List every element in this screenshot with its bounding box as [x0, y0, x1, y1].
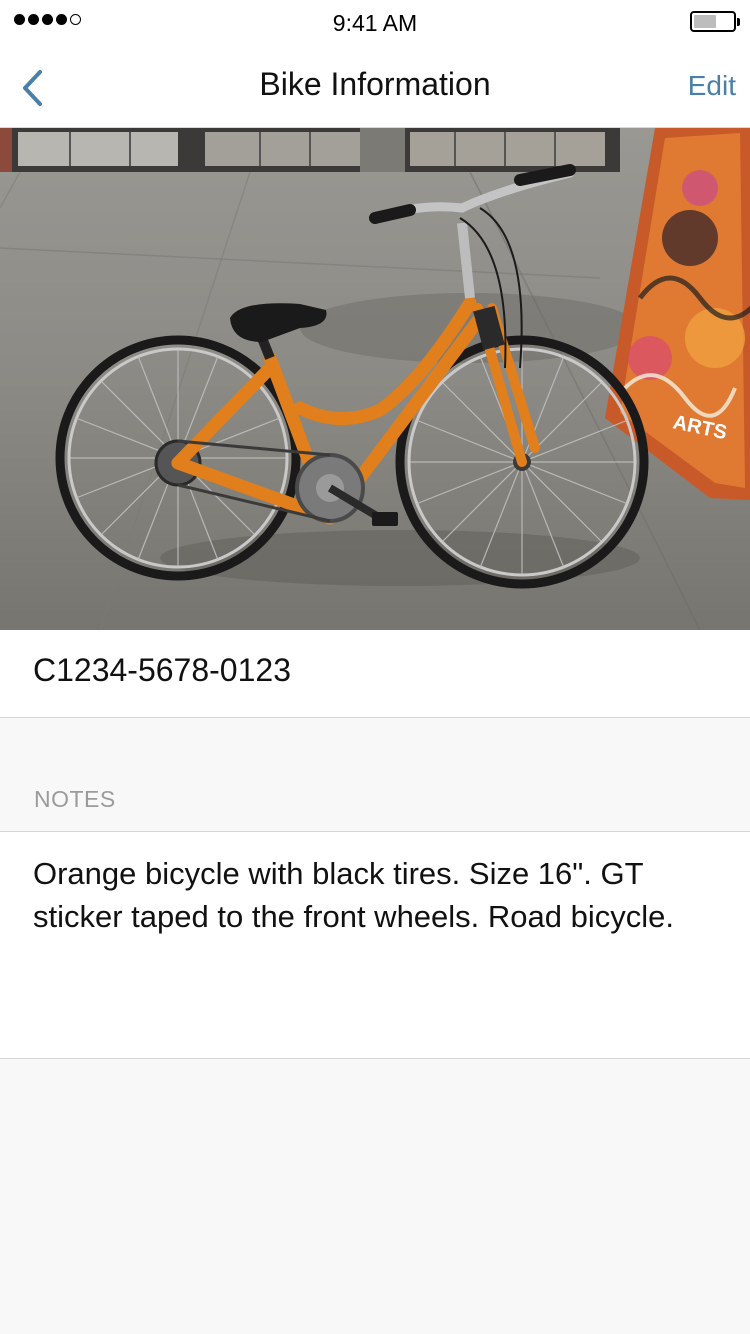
status-time: 9:41 AM	[332, 10, 418, 36]
status-bar: 9:41 AM	[0, 0, 750, 48]
notes-text: Orange bicycle with black tires. Size 16…	[33, 856, 674, 934]
battery-icon	[690, 11, 740, 32]
page-title: Bike Information	[259, 66, 491, 102]
bike-id: C1234-5678-0123	[33, 652, 291, 688]
bike-id-row: C1234-5678-0123	[0, 630, 750, 718]
bike-photo: ARTS	[0, 128, 750, 630]
bike-photo-illustration: ARTS	[0, 128, 750, 630]
notes-section: Orange bicycle with black tires. Size 16…	[0, 831, 750, 1059]
notes-section-header: NOTES	[34, 786, 116, 812]
edit-button[interactable]: Edit	[688, 70, 736, 102]
navigation-bar: Bike Information Edit	[0, 48, 750, 128]
